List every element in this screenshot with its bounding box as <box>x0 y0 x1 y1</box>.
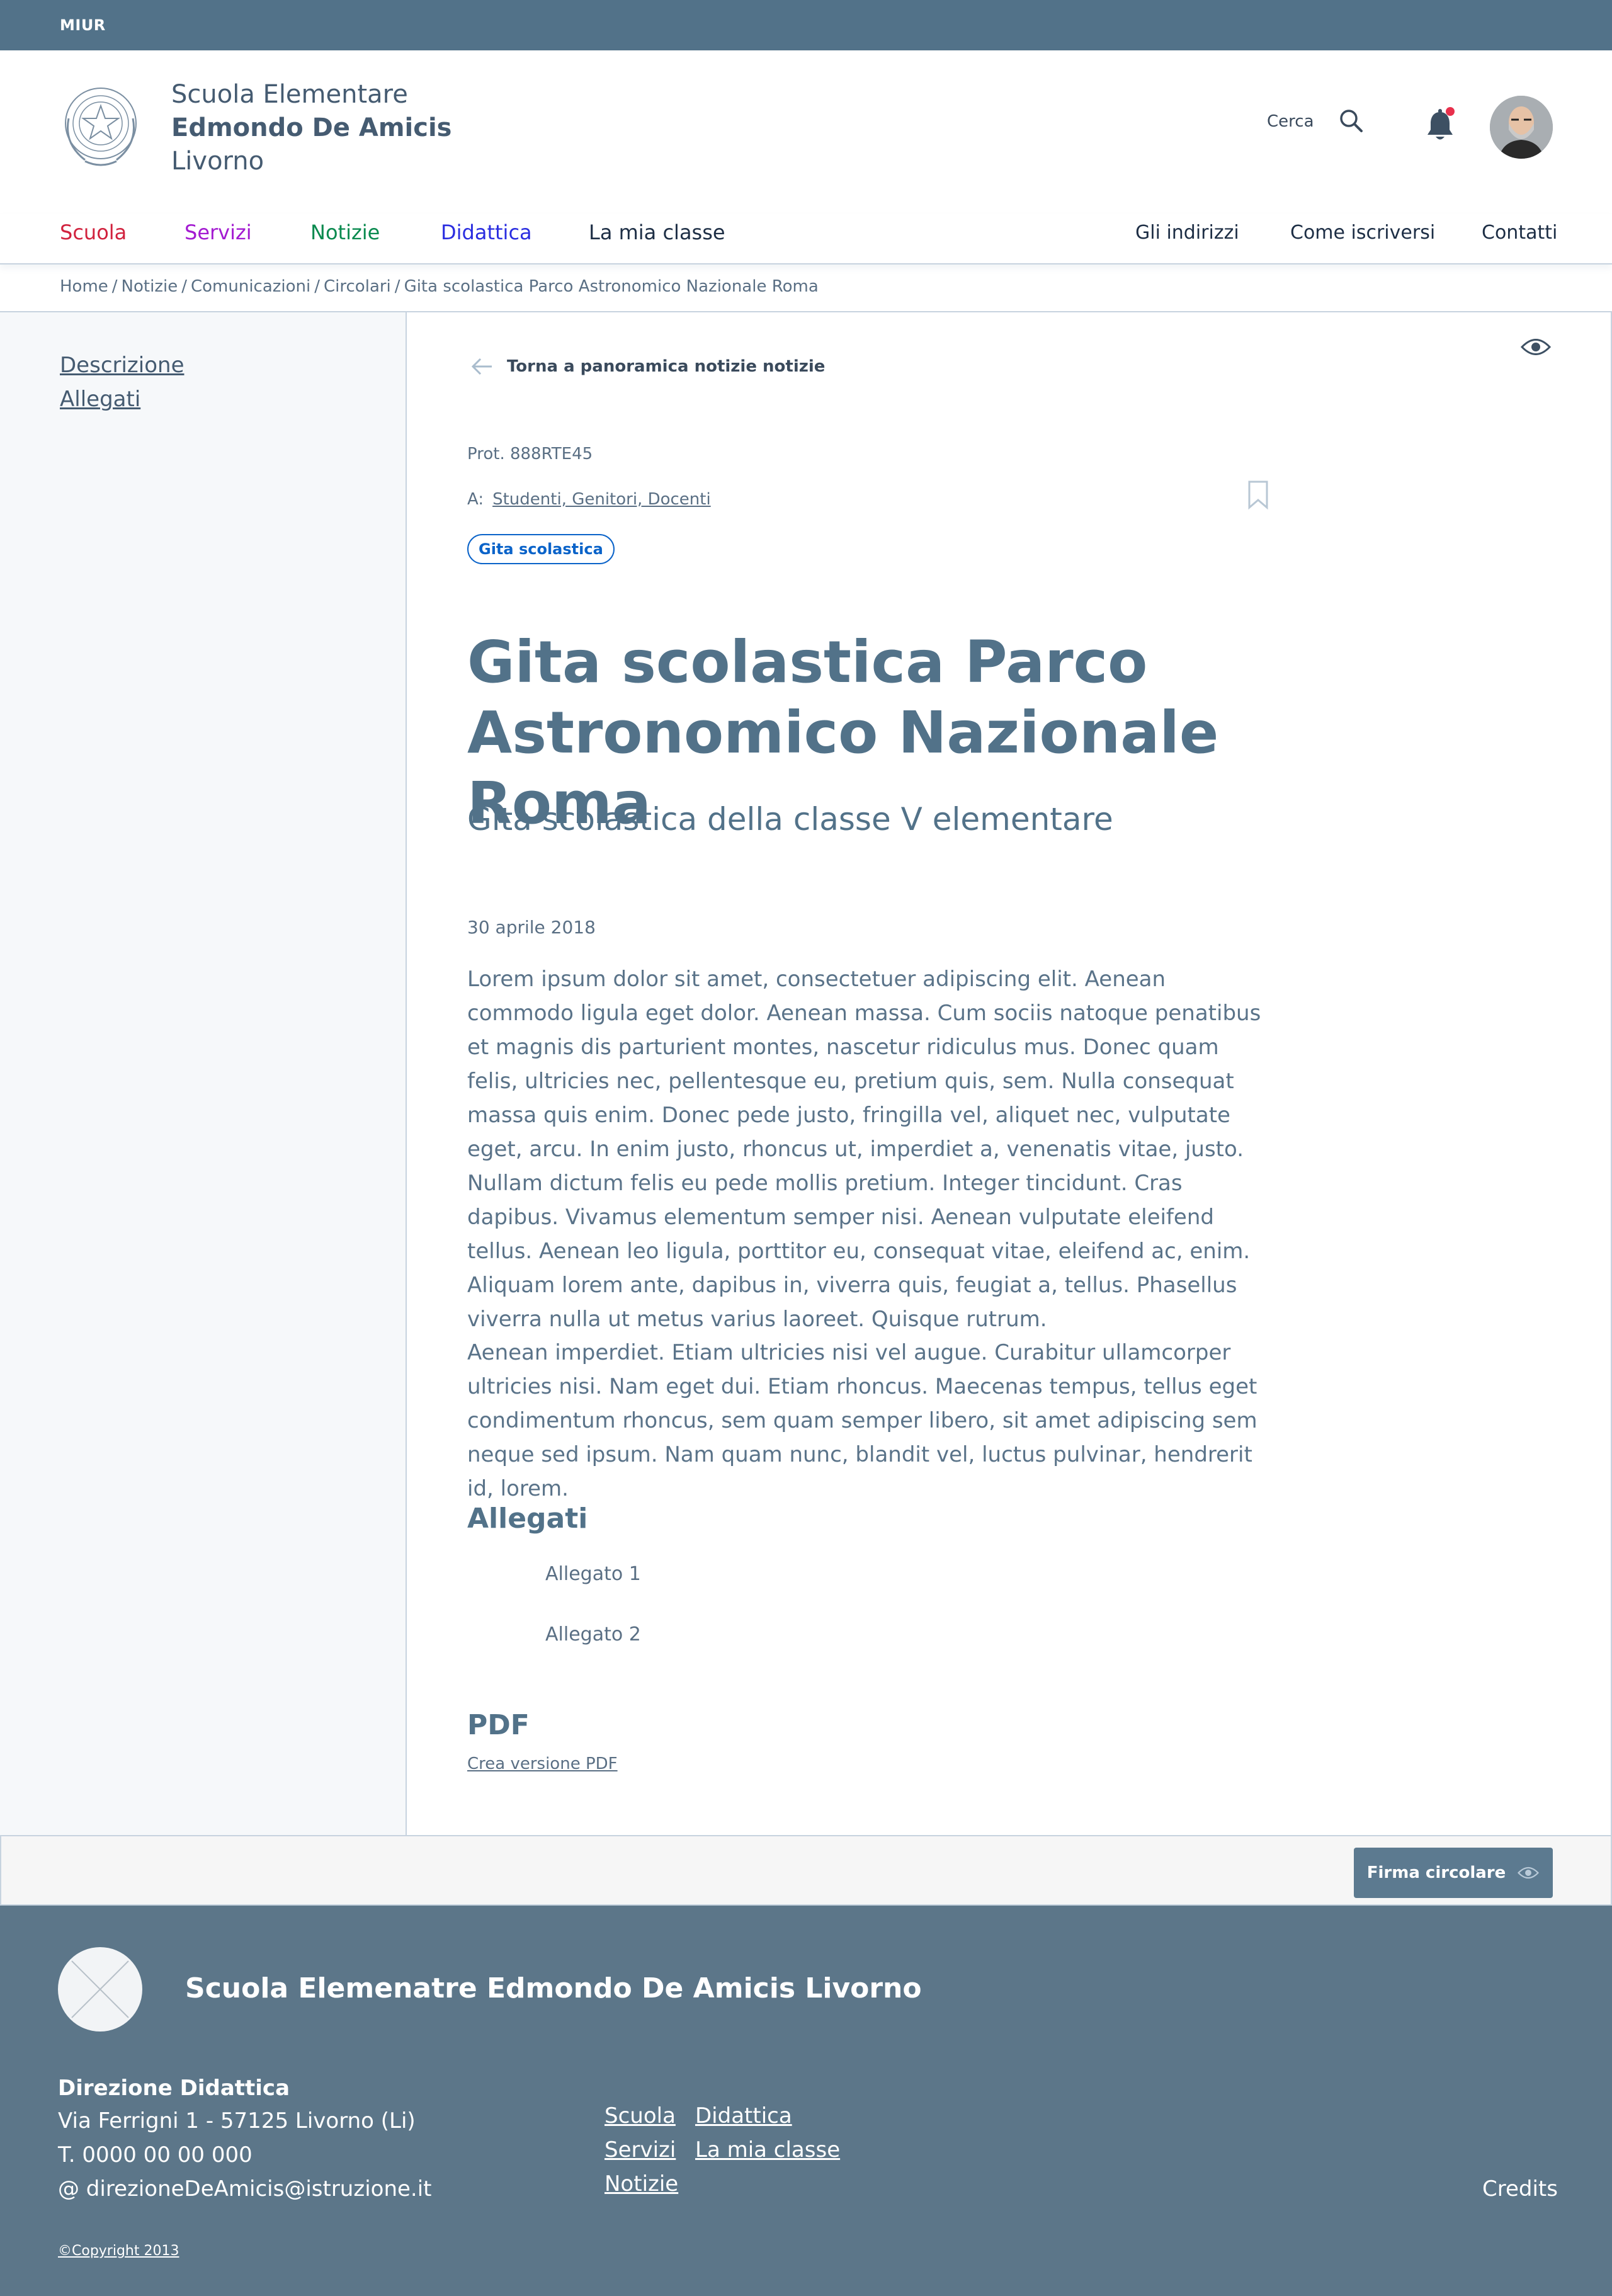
body-paragraph-1: Lorem ipsum dolor sit amet, consectetuer… <box>467 967 1261 1332</box>
site-header: Scuola Elementare Edmondo De Amicis Livo… <box>0 50 1612 214</box>
footer-school-name: Scuola Elemenatre Edmondo De Amicis Livo… <box>185 1972 922 2004</box>
recipients-prefix: A: <box>467 490 484 509</box>
search-label: Cerca <box>1267 112 1314 131</box>
nav-item-la-mia-classe[interactable]: La mia classe <box>589 220 725 244</box>
recipients-link[interactable]: Studenti, Genitori, Docenti <box>492 490 711 509</box>
attachment-1[interactable]: Allegato 1 <box>545 1563 641 1585</box>
footer-link-didattica[interactable]: Didattica <box>695 2103 792 2128</box>
school-name-line2: Edmondo De Amicis <box>171 113 452 142</box>
footer-copyright[interactable]: ©Copyright 2013 <box>58 2243 179 2259</box>
breadcrumb-home[interactable]: Home <box>60 277 108 296</box>
publish-date: 30 aprile 2018 <box>467 917 596 938</box>
body-paragraph-2: Aenean imperdiet. Etiam ultricies nisi v… <box>467 1340 1257 1501</box>
user-avatar[interactable] <box>1490 96 1553 159</box>
notification-badge <box>1446 107 1455 116</box>
create-pdf-link[interactable]: Crea versione PDF <box>467 1754 618 1773</box>
footer-phone: T. 0000 00 00 000 <box>58 2142 253 2168</box>
attachment-2[interactable]: Allegato 2 <box>545 1623 641 1645</box>
category-tag[interactable]: Gita scolastica <box>467 534 615 564</box>
sign-circular-button[interactable]: Firma circolare <box>1354 1848 1553 1898</box>
nav-item-come-iscriversi[interactable]: Come iscriversi <box>1290 222 1435 244</box>
bookmark-icon[interactable] <box>1247 480 1269 510</box>
back-link[interactable]: Torna a panoramica notizie notizie <box>469 356 825 377</box>
protocol-number: Prot. 888RTE45 <box>467 445 593 463</box>
back-link-label: Torna a panoramica notizie notizie <box>507 357 826 376</box>
logo-placeholder-icon <box>71 1960 129 2018</box>
sign-circular-label: Firma circolare <box>1366 1863 1506 1882</box>
footer-logo <box>58 1947 142 2032</box>
republic-emblem-icon[interactable] <box>60 81 142 172</box>
top-bar: MIUR <box>0 0 1612 50</box>
sidebar: Descrizione Allegati <box>0 312 407 1835</box>
breadcrumb-current: Gita scolastica Parco Astronomico Nazion… <box>404 277 819 296</box>
search-button[interactable]: Cerca <box>1267 110 1363 132</box>
school-name[interactable]: Scuola Elementare Edmondo De Amicis Livo… <box>171 78 451 178</box>
notifications-button[interactable] <box>1424 107 1456 142</box>
recipients: A: Studenti, Genitori, Docenti <box>467 490 711 509</box>
footer-email[interactable]: @ direzioneDeAmicis@istruzione.it <box>58 2176 432 2202</box>
breadcrumb-circolari[interactable]: Circolari <box>324 277 391 296</box>
footer-credits[interactable]: Credits <box>1482 2176 1558 2202</box>
eye-icon <box>1518 1867 1540 1879</box>
nav-item-servizi[interactable]: Servizi <box>184 220 252 244</box>
nav-item-scuola[interactable]: Scuola <box>60 220 127 244</box>
sidebar-item-descrizione[interactable]: Descrizione <box>60 353 184 378</box>
sign-bar: Firma circolare <box>0 1835 1612 1906</box>
arrow-left-icon <box>471 358 492 375</box>
miur-brand[interactable]: MIUR <box>60 16 106 34</box>
avatar-image <box>1490 96 1553 159</box>
nav-item-gli-indirizzi[interactable]: Gli indirizzi <box>1135 222 1239 244</box>
main-navigation: Scuola Servizi Notizie Didattica La mia … <box>0 214 1612 264</box>
footer-address: Via Ferrigni 1 - 57125 Livorno (Li) <box>58 2108 416 2134</box>
attachments-heading: Allegati <box>467 1503 588 1535</box>
footer-direction-title: Direzione Didattica <box>58 2076 290 2101</box>
search-icon[interactable] <box>1337 107 1365 135</box>
sidebar-item-allegati[interactable]: Allegati <box>60 387 140 412</box>
nav-item-didattica[interactable]: Didattica <box>441 220 532 244</box>
school-name-line3: Livorno <box>171 147 264 176</box>
page-subtitle: Gita scolastica della classe V elementar… <box>467 801 1113 838</box>
pdf-heading: PDF <box>467 1709 530 1741</box>
eye-icon[interactable] <box>1521 336 1551 358</box>
breadcrumb: Home / Notizie / Comunicazioni / Circolari / Git… <box>60 277 819 296</box>
nav-item-contatti[interactable]: Contatti <box>1482 222 1557 244</box>
nav-item-notizie[interactable]: Notizie <box>310 220 380 244</box>
footer-link-notizie[interactable]: Notizie <box>604 2171 678 2197</box>
breadcrumb-comunicazioni[interactable]: Comunicazioni <box>191 277 310 296</box>
footer-link-scuola[interactable]: Scuola <box>604 2103 676 2128</box>
school-name-line1: Scuola Elementare <box>171 80 408 109</box>
breadcrumb-notizie[interactable]: Notizie <box>122 277 178 296</box>
footer-link-la-mia-classe[interactable]: La mia classe <box>695 2137 840 2162</box>
footer-link-servizi[interactable]: Servizi <box>604 2137 676 2162</box>
site-footer: Scuola Elemenatre Edmondo De Amicis Livo… <box>0 1906 1612 2296</box>
